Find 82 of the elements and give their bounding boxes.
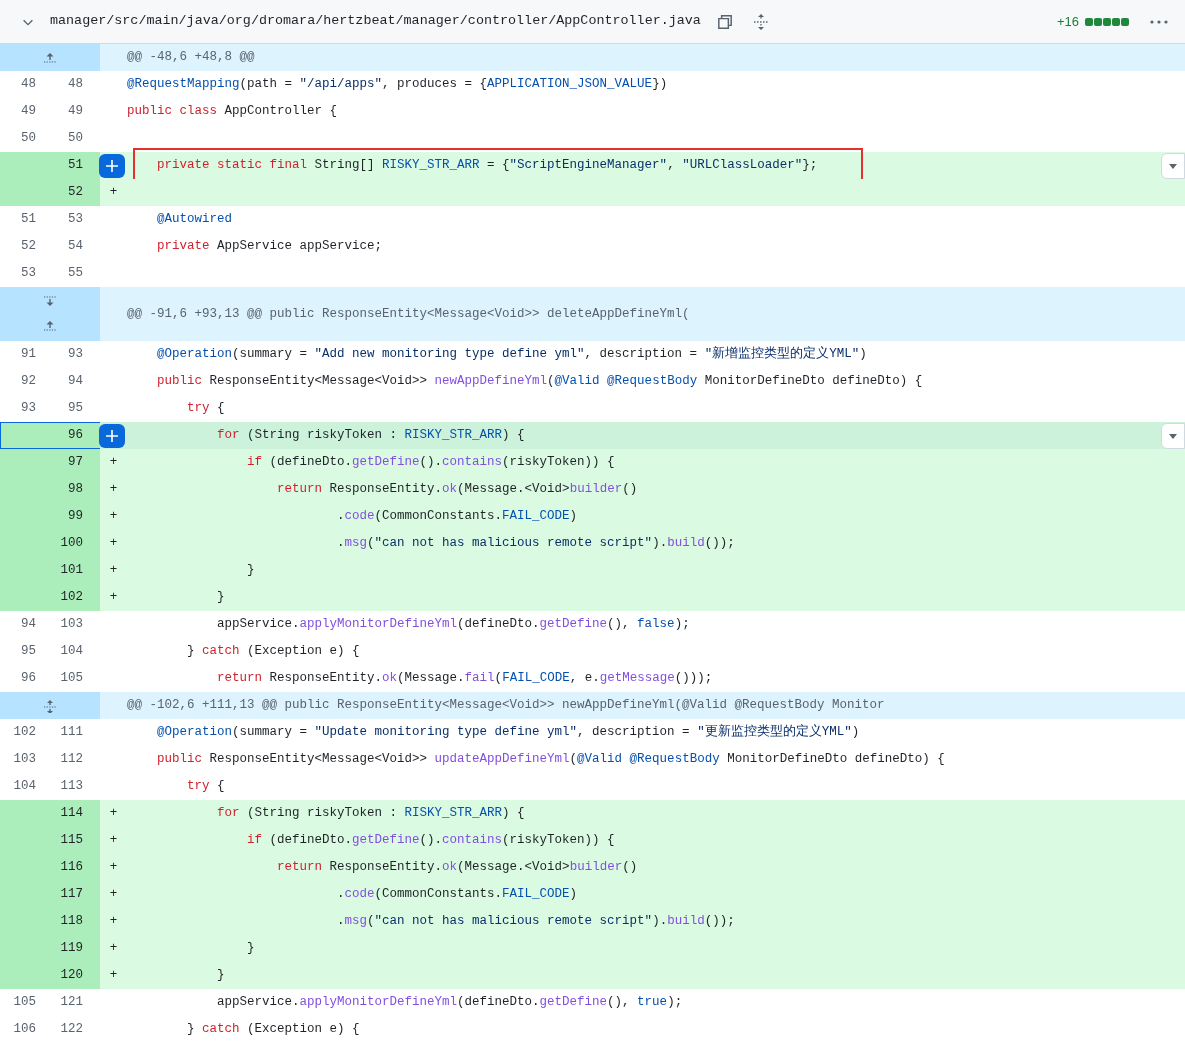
added-marker: + — [109, 481, 118, 499]
line-number: 52 — [0, 179, 100, 206]
code-line: if (defineDto.getDefine().contains(riskyToken)) { — [246, 832, 615, 850]
added-marker: + — [109, 832, 118, 850]
line-number: 102 — [0, 584, 100, 611]
code-line: return ResponseEntity.ok(Message.<Void>builder() — [276, 481, 638, 499]
diffstat-bar — [1085, 17, 1129, 26]
code-line: private AppService appService; — [156, 238, 383, 256]
diffstat-count: +16 — [1056, 12, 1079, 31]
code-line: try { — [186, 400, 225, 418]
hunk-header: @@ -102,6 +111,13 @@ public ResponseEntity<Message<Void>> newAppDefineYml(@Valid @RequestBody Monitor — [100, 692, 1185, 719]
expand-icon — [752, 12, 769, 31]
code-line: .code(CommonConstants.FAIL_CODE) — [336, 886, 578, 904]
code-line: for (String riskyToken : RISKY_STR_ARR) { — [216, 427, 525, 445]
plus-icon — [104, 158, 119, 173]
expand-down-icon — [42, 295, 58, 309]
code-line: try { — [186, 778, 225, 796]
added-marker: + — [109, 454, 118, 472]
added-marker: + — [109, 184, 118, 202]
line-number: 101 — [0, 557, 100, 584]
code-line: .code(CommonConstants.FAIL_CODE) — [336, 508, 578, 526]
expand-up-icon — [42, 319, 58, 333]
selected-line[interactable]: 96 for (String riskyToken : RISKY_STR_ARR) { — [0, 422, 1185, 449]
line-number: 51 — [0, 152, 100, 179]
line-number: 99 — [0, 503, 100, 530]
code-line: public class AppController { — [127, 103, 338, 121]
options-button[interactable] — [1161, 423, 1185, 449]
code-line: public ResponseEntity<Message<Void>> updateAppDefineYml(@Valid @RequestBody MonitorDefineDto defineDto) { — [156, 751, 945, 769]
code-line: } — [246, 940, 255, 958]
code-line: appService.applyMonitorDefineYml(defineDto.getDefine(), false); — [216, 616, 690, 634]
options-button[interactable] — [1161, 153, 1185, 179]
line-number: 100 — [0, 530, 100, 557]
code-line: if (defineDto.getDefine().contains(riskyToken)) { — [246, 454, 615, 472]
code-line: for (String riskyToken : RISKY_STR_ARR) { — [216, 805, 525, 823]
code-line: @Operation(summary = "Add new monitoring type define yml", description = "新增监控类型的定义YML") — [156, 345, 867, 364]
code-line: @RequestMapping(path = "/api/apps", produces = {APPLICATION_JSON_VALUE}) — [127, 76, 668, 94]
line-number: 98 — [0, 476, 100, 503]
code-line: .msg("can not has malicious remote script").build()); — [336, 913, 735, 931]
line-number: 96 — [0, 422, 100, 449]
line-number: 118 — [0, 908, 100, 935]
caret-icon — [1169, 163, 1177, 169]
code-line: } — [216, 589, 225, 607]
added-marker: + — [109, 535, 118, 553]
caret-icon — [1169, 433, 1177, 439]
code-line: private static final String[] RISKY_STR_ARR = {"ScriptEngineManager", "URLClassLoader"}; — [156, 157, 818, 175]
added-marker: + — [109, 562, 118, 580]
line-number: 117 — [0, 881, 100, 908]
code-line: } catch (Exception e) { — [186, 1021, 360, 1039]
added-marker: + — [109, 859, 118, 877]
line-number: 97 — [0, 449, 100, 476]
added-marker: + — [109, 886, 118, 904]
added-marker: + — [109, 940, 118, 958]
added-marker: + — [109, 967, 118, 985]
line-number: 120 — [0, 962, 100, 989]
expand-up-icon — [42, 50, 58, 65]
line-number: 115 — [0, 827, 100, 854]
kebab-icon — [1150, 19, 1168, 24]
line-number: 114 — [0, 800, 100, 827]
expand-icon — [42, 698, 58, 713]
code-line: appService.applyMonitorDefineYml(defineDto.getDefine(), true); — [216, 994, 683, 1012]
code-line: @Autowired — [156, 211, 233, 229]
hunk-header: @@ -91,6 +93,13 @@ public ResponseEntity<Message<Void>> deleteAppDefineYml( — [100, 287, 1185, 341]
code-line: public ResponseEntity<Message<Void>> newAppDefineYml(@Valid @RequestBody MonitorDefineDto defineDto) { — [156, 373, 923, 391]
added-marker: + — [109, 913, 118, 931]
file-path: manager/src/main/java/org/dromara/hertzbeat/manager/controller/AppController.java — [50, 12, 701, 31]
code-line: return ResponseEntity.ok(Message.<Void>builder() — [276, 859, 638, 877]
code-line: } — [246, 562, 255, 580]
hunk-header: @@ -48,6 +48,8 @@ — [100, 44, 1185, 71]
code-line: } catch (Exception e) { — [186, 643, 360, 661]
added-marker: + — [109, 805, 118, 823]
code-line: @Operation(summary = "Update monitoring type define yml", description = "更新监控类型的定义YML") — [156, 723, 860, 742]
code-line: return ResponseEntity.ok(Message.fail(FAIL_CODE, e.getMessage())); — [216, 670, 713, 688]
code-line: .msg("can not has malicious remote script").build()); — [336, 535, 735, 553]
line-number: 119 — [0, 935, 100, 962]
add-comment-button[interactable] — [98, 423, 125, 448]
added-marker: + — [109, 589, 118, 607]
copy-icon — [715, 12, 734, 31]
code-line: } — [216, 967, 225, 985]
add-comment-button[interactable] — [98, 153, 125, 178]
added-marker: + — [109, 508, 118, 526]
plus-icon — [104, 428, 119, 443]
line-number: 116 — [0, 854, 100, 881]
